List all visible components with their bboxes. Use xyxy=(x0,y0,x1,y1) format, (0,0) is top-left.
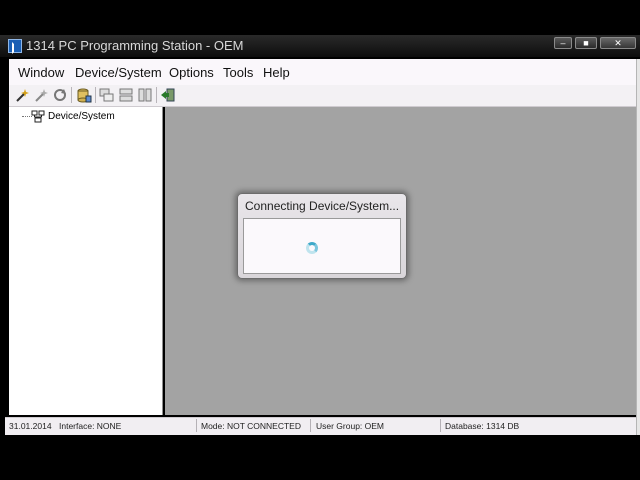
status-interface: Interface: NONE xyxy=(59,421,122,431)
right-scroll-strip[interactable] xyxy=(636,59,640,435)
wand-icon[interactable] xyxy=(15,87,31,103)
refresh-icon[interactable] xyxy=(52,87,68,103)
tree-item-device-system[interactable]: Device/System xyxy=(48,111,115,123)
exit-icon[interactable] xyxy=(160,87,176,103)
minimize-button[interactable]: ‒ xyxy=(554,37,572,49)
status-separator xyxy=(196,419,197,432)
dialog-title: Connecting Device/System... xyxy=(245,199,400,213)
tile-horizontal-icon[interactable] xyxy=(118,87,134,103)
status-separator xyxy=(310,419,311,432)
maximize-icon: ■ xyxy=(583,38,589,48)
status-user-group: User Group: OEM xyxy=(316,421,385,431)
window-title: 1314 PC Programming Station - OEM xyxy=(26,38,244,53)
minimize-icon: ‒ xyxy=(560,38,566,48)
menu-device-system[interactable]: Device/System xyxy=(75,64,162,81)
database-icon[interactable] xyxy=(76,87,92,103)
device-tree-panel[interactable] xyxy=(9,107,163,415)
app-k-icon[interactable] xyxy=(8,39,22,54)
toolbar-separator xyxy=(95,87,96,103)
menu-window[interactable]: Window xyxy=(18,64,64,81)
close-icon: ✕ xyxy=(614,38,622,48)
menu-tools[interactable]: Tools xyxy=(223,64,253,81)
status-database: Database: 1314 DB xyxy=(445,421,520,431)
cascade-icon[interactable] xyxy=(99,87,115,103)
close-button[interactable]: ✕ xyxy=(600,37,636,49)
toolbar-separator xyxy=(71,87,72,103)
loading-spinner-icon xyxy=(306,242,318,254)
toolbar-separator xyxy=(156,87,157,103)
status-mode: Mode: NOT CONNECTED xyxy=(201,421,301,431)
wand-disabled-icon[interactable] xyxy=(34,87,50,103)
menu-options[interactable]: Options xyxy=(169,64,214,81)
menu-help[interactable]: Help xyxy=(263,64,290,81)
maximize-button[interactable]: ■ xyxy=(575,37,597,49)
tile-vertical-icon[interactable] xyxy=(137,87,153,103)
dialog-body xyxy=(243,218,401,274)
status-separator xyxy=(440,419,441,432)
network-device-icon xyxy=(31,110,45,123)
status-date: 31.01.2014 xyxy=(9,421,52,431)
